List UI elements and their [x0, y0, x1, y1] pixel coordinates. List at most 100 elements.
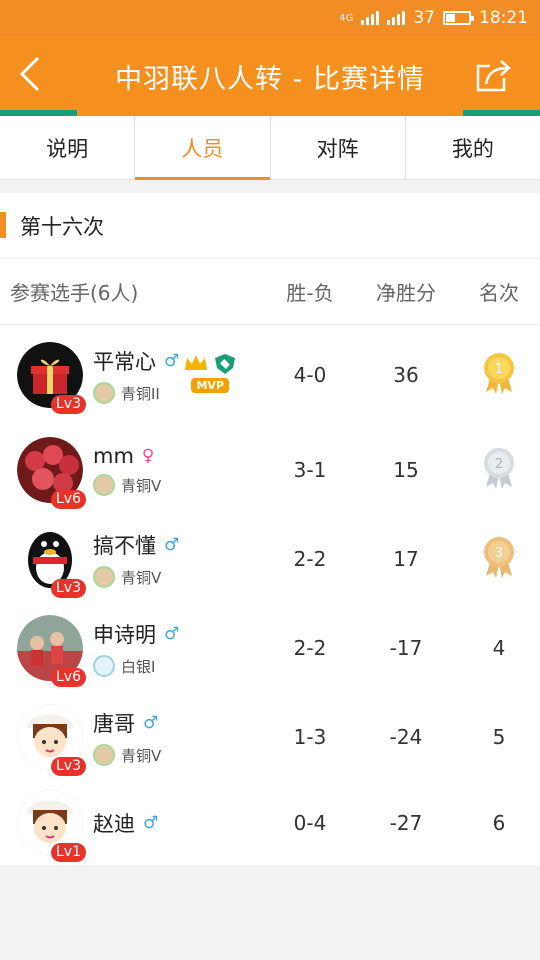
player-info: 平常心 ♂ 青铜II: [93, 346, 179, 404]
net-score: -27: [389, 811, 423, 835]
net-score: 36: [393, 363, 419, 387]
player-list: Lv3 平常心 ♂ 青铜II MVP 4-0 36 1 Lv6 mm ♀ 青铜V…: [0, 325, 540, 865]
gold-medal-icon: 1: [484, 352, 514, 394]
rank-title: 青铜II: [121, 384, 160, 403]
tab-mine[interactable]: 我的: [406, 116, 540, 179]
male-icon: ♂: [164, 535, 180, 555]
player-row[interactable]: Lv3 搞不懂 ♂ 青铜V 2-2 17 3: [0, 515, 540, 603]
player-row[interactable]: Lv3 唐哥 ♂ 青铜V 1-3 -24 5: [0, 693, 540, 781]
session-title: 第十六次: [0, 193, 540, 259]
award-badges: MVP: [183, 352, 237, 393]
bronze-tier-icon: [93, 566, 115, 588]
player-cell: Lv1 赵迪 ♂: [0, 789, 266, 862]
male-icon: ♂: [164, 351, 180, 371]
rank-place: 5: [492, 725, 506, 749]
network-type: 4G: [339, 12, 354, 24]
player-row[interactable]: Lv6 申诗明 ♂ 白银I 2-2 -17 4: [0, 603, 540, 693]
bronze-medal-icon: 3: [484, 536, 514, 578]
player-info: mm ♀ 青铜V: [93, 444, 161, 496]
player-row[interactable]: Lv3 平常心 ♂ 青铜II MVP 4-0 36 1: [0, 325, 540, 425]
bronze-medal-number: 3: [495, 546, 503, 561]
player-cell: Lv6 mm ♀ 青铜V: [0, 437, 266, 509]
player-name: 平常心: [93, 350, 156, 374]
bronze-tier-icon: [93, 744, 115, 766]
back-icon[interactable]: [14, 54, 54, 94]
avatar[interactable]: Lv3: [16, 703, 86, 776]
player-name: 赵迪: [93, 812, 135, 836]
avatar[interactable]: Lv3: [17, 342, 86, 414]
win-loss: 2-2: [293, 636, 327, 660]
level-badge: Lv3: [51, 395, 86, 414]
avatar[interactable]: Lv3: [17, 526, 86, 598]
male-icon: ♂: [143, 813, 159, 833]
rank-place: 4: [492, 636, 506, 660]
player-row[interactable]: Lv1 赵迪 ♂ 0-4 -27 6: [0, 781, 540, 865]
player-cell: Lv3 唐哥 ♂ 青铜V: [0, 703, 266, 776]
share-icon[interactable]: [474, 56, 514, 96]
win-loss: 0-4: [293, 811, 327, 835]
net-score: -17: [389, 636, 423, 660]
player-info: 搞不懂 ♂ 青铜V: [93, 530, 179, 588]
player-info: 申诗明 ♂ 白银I: [93, 619, 179, 677]
tab-matches[interactable]: 对阵: [271, 116, 406, 179]
silver-medal-icon: 2: [484, 447, 514, 489]
win-loss: 2-2: [293, 547, 327, 571]
win-loss: 3-1: [293, 458, 327, 482]
level-badge: Lv3: [51, 579, 86, 598]
female-icon: ♀: [141, 446, 155, 466]
header-win-loss: 胜-负: [286, 281, 334, 305]
male-icon: ♂: [143, 713, 159, 733]
level-badge: Lv6: [51, 668, 86, 687]
rank-cell: 1: [458, 352, 540, 399]
tab-players[interactable]: 人员: [135, 116, 271, 180]
player-info: 赵迪 ♂: [93, 808, 158, 838]
player-name: 申诗明: [93, 623, 156, 647]
bronze-tier-icon: [93, 474, 115, 496]
rank-cell: 2: [458, 447, 540, 494]
rank-title: 青铜V: [121, 476, 162, 495]
rank-title: 青铜V: [121, 746, 162, 765]
rank-title: 青铜V: [121, 568, 162, 587]
avatar[interactable]: Lv6: [17, 437, 86, 509]
header-net-score: 净胜分: [376, 281, 436, 305]
table-header: 参赛选手(6人) 胜-负 净胜分 名次: [0, 259, 540, 325]
rank-title: 白银I: [121, 657, 156, 676]
rank-place: 6: [492, 811, 506, 835]
bronze-tier-icon: [93, 382, 115, 404]
player-name: 搞不懂: [93, 534, 156, 558]
header-players: 参赛选手(6人): [10, 281, 139, 305]
rank-cell: 3: [458, 536, 540, 583]
battery-icon: [443, 11, 474, 25]
tab-description[interactable]: 说明: [0, 116, 136, 179]
shield-icon: [215, 353, 236, 374]
player-name: mm: [93, 444, 134, 468]
silver-tier-icon: [93, 655, 115, 677]
net-score: 17: [393, 547, 419, 571]
win-loss: 4-0: [293, 363, 327, 387]
header-rank: 名次: [479, 281, 519, 305]
signal-icon-2: [387, 11, 406, 25]
player-info: 唐哥 ♂ 青铜V: [93, 708, 161, 766]
avatar[interactable]: Lv6: [17, 615, 86, 687]
level-badge: Lv3: [51, 757, 86, 776]
crown-icon: [185, 354, 208, 370]
clock: 18:21: [479, 8, 528, 28]
avatar[interactable]: Lv1: [16, 789, 86, 862]
silver-medal-number: 2: [495, 457, 503, 472]
tab-bar: 说明 人员 对阵 我的: [0, 116, 540, 180]
player-row[interactable]: Lv6 mm ♀ 青铜V 3-1 15 2: [0, 425, 540, 515]
battery-level: 37: [413, 8, 435, 28]
page-title: 中羽联八人转 - 比赛详情: [115, 63, 425, 95]
net-score: -24: [389, 725, 423, 749]
level-badge: Lv6: [51, 490, 86, 509]
mvp-badge: MVP: [191, 377, 230, 393]
net-score: 15: [393, 458, 419, 482]
player-cell: Lv6 申诗明 ♂ 白银I: [0, 615, 266, 687]
signal-icon: [361, 11, 380, 25]
gold-medal-number: 1: [495, 362, 503, 377]
status-bar: 4G 37 18:21: [0, 0, 540, 36]
player-cell: Lv3 平常心 ♂ 青铜II MVP: [0, 342, 266, 414]
male-icon: ♂: [164, 624, 180, 644]
app-header: 中羽联八人转 - 比赛详情: [0, 36, 540, 116]
player-cell: Lv3 搞不懂 ♂ 青铜V: [0, 526, 266, 598]
